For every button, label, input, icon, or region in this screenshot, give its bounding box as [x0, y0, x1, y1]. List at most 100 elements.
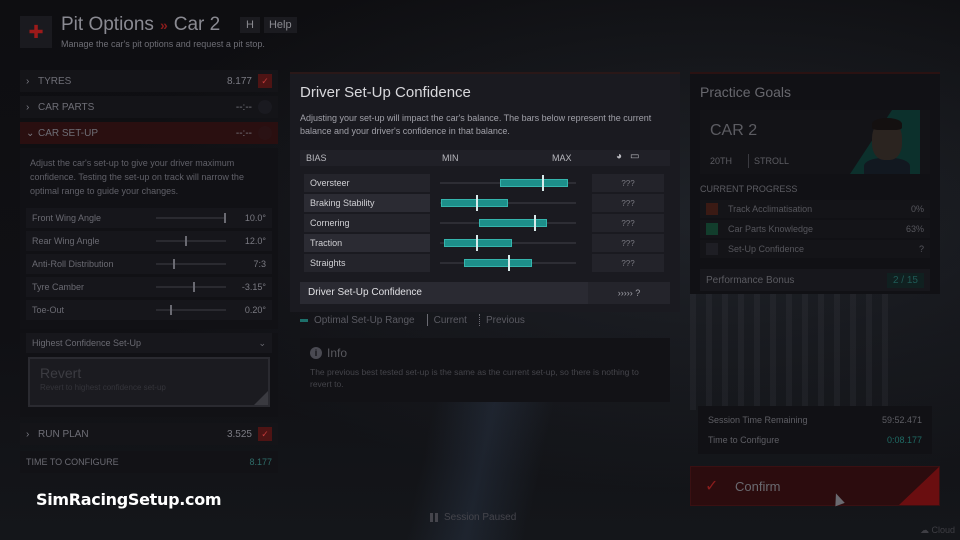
status-circle-icon — [258, 126, 272, 140]
bias-row: Oversteer??? — [304, 173, 668, 193]
ttc-value: 8.177 — [249, 457, 272, 467]
bias-confidence: ??? — [592, 234, 664, 252]
time-to-configure: TIME TO CONFIGURE 8.177 — [20, 451, 278, 473]
progress-value: 63% — [905, 224, 924, 234]
legend-previous-marker — [478, 314, 480, 326]
setup-param-row[interactable]: Toe-Out 0.20° — [26, 300, 272, 320]
setup-description: Adjust the car's set-up to give your dri… — [20, 148, 278, 206]
bias-name: Traction — [304, 234, 430, 252]
info-box: i Info The previous best tested set-up i… — [300, 338, 670, 402]
confidence-summary: Driver Set-Up Confidence ››››› ? — [300, 282, 670, 304]
section-tyres[interactable]: › TYRES 8.177 ✓ — [20, 70, 278, 92]
session-remaining-label: Session Time Remaining — [708, 415, 808, 425]
bias-name: Cornering — [304, 214, 430, 232]
setup-param-row[interactable]: Tyre Camber -3.15° — [26, 277, 272, 297]
bias-confidence: ??? — [592, 194, 664, 212]
current-marker — [475, 235, 478, 251]
section-run-plan[interactable]: › RUN PLAN 3.525 ✓ — [20, 423, 278, 445]
revert-button[interactable]: Revert Revert to highest confidence set-… — [28, 357, 270, 407]
ttc-label: TIME TO CONFIGURE — [26, 457, 119, 467]
back-button[interactable]: ✚ — [20, 16, 52, 48]
optimal-range-bar — [479, 219, 548, 227]
driver-portrait-body — [864, 158, 910, 174]
engineer-icon: ◕ — [616, 151, 623, 162]
param-value: -3.15° — [241, 282, 266, 292]
setup-param-row[interactable]: Front Wing Angle 10.0° — [26, 208, 272, 228]
setup-select[interactable]: Highest Confidence Set-Up ⌄ — [26, 333, 272, 353]
summary-label: Driver Set-Up Confidence — [308, 287, 422, 298]
pause-icon — [430, 513, 438, 522]
optimal-range-bar — [499, 179, 568, 187]
section-car-parts[interactable]: › CAR PARTS --:-- — [20, 96, 278, 118]
cloud-label: Cloud — [931, 525, 956, 535]
param-slider[interactable] — [156, 213, 226, 223]
info-text: The previous best tested set-up is the s… — [310, 367, 639, 389]
table-header: BIAS MIN MAX ◕ ▭ — [300, 150, 670, 166]
legend-range-label: Optimal Set-Up Range — [314, 314, 415, 326]
confirm-label: Confirm — [735, 478, 781, 494]
section-label: RUN PLAN — [38, 428, 89, 440]
slider-thumb[interactable] — [173, 259, 175, 269]
bias-name: Braking Stability — [304, 194, 430, 212]
check-icon: ✓ — [258, 74, 272, 88]
bias-track — [440, 215, 576, 231]
param-slider[interactable] — [156, 305, 226, 315]
param-value: 10.0° — [244, 213, 266, 223]
setup-param-row[interactable]: Rear Wing Angle 12.0° — [26, 231, 272, 251]
panel-title: Driver Set-Up Confidence — [300, 84, 471, 101]
back-arrow-icon: ✚ — [28, 21, 44, 42]
section-value: --:-- — [235, 127, 252, 139]
bias-confidence: ??? — [592, 174, 664, 192]
bias-track — [440, 175, 576, 191]
configure-label: Time to Configure — [708, 435, 780, 445]
section-value: 3.525 — [226, 428, 252, 440]
title-text: Pit Options — [61, 14, 154, 35]
slider-thumb[interactable] — [193, 282, 196, 292]
cloud-status: ☁ Cloud — [920, 525, 955, 536]
optimal-range-bar — [464, 259, 533, 267]
slider-track — [156, 286, 226, 288]
param-value: 7:3 — [253, 259, 266, 269]
progress-status-icon — [706, 203, 718, 215]
help-button[interactable]: H Help — [240, 17, 297, 33]
legend-range-swatch — [300, 318, 308, 322]
current-marker — [508, 255, 511, 271]
param-slider[interactable] — [156, 236, 226, 246]
bias-row: Braking Stability??? — [304, 193, 668, 213]
setup-param-row[interactable]: Anti-Roll Distribution 7:3 — [26, 254, 272, 274]
bias-track — [440, 255, 576, 271]
practice-goals-panel: Practice Goals CAR 2 20TH STROLL CURRENT… — [690, 72, 940, 294]
info-title: Info — [327, 346, 348, 360]
progress-row: Car Parts Knowledge 63% — [700, 220, 930, 238]
slider-thumb[interactable] — [169, 305, 172, 315]
param-slider[interactable] — [156, 282, 226, 292]
param-name: Tyre Camber — [32, 282, 85, 292]
chevron-down-icon: ⌄ — [258, 337, 266, 348]
cloud-icon: ☁ — [920, 525, 932, 535]
bias-confidence: ??? — [592, 254, 664, 272]
slider-thumb[interactable] — [185, 236, 188, 246]
legend: Optimal Set-Up Range Current Previous — [300, 314, 525, 326]
background-grandstand — [690, 280, 890, 410]
bias-rows: Oversteer??? Braking Stability??? Cornerin… — [304, 173, 668, 273]
slider-thumb[interactable] — [224, 213, 226, 223]
session-paused: Session Paused — [430, 512, 516, 523]
optimal-range-bar — [444, 239, 513, 247]
progress-value: 0% — [910, 204, 924, 214]
section-car-setup[interactable]: ⌄ CAR SET-UP --:-- — [20, 122, 278, 144]
session-remaining-value: 59:52.471 — [881, 415, 922, 425]
driver-name: STROLL — [754, 156, 790, 166]
param-slider[interactable] — [156, 259, 226, 269]
param-value: 12.0° — [244, 236, 266, 246]
confirm-button[interactable]: ✓ Confirm — [690, 466, 940, 506]
driver-portrait-hair — [872, 118, 902, 130]
corner-decoration — [899, 467, 939, 505]
help-key: H — [240, 17, 260, 33]
bias-track — [440, 195, 576, 211]
param-value: 0.20° — [244, 305, 266, 315]
bias-confidence: ??? — [592, 214, 664, 232]
check-icon: ✓ — [258, 427, 272, 441]
section-label: CAR SET-UP — [38, 127, 99, 139]
session-info: Session Time Remaining 59:52.471 Time to… — [698, 406, 932, 454]
bias-row: Traction??? — [304, 233, 668, 253]
